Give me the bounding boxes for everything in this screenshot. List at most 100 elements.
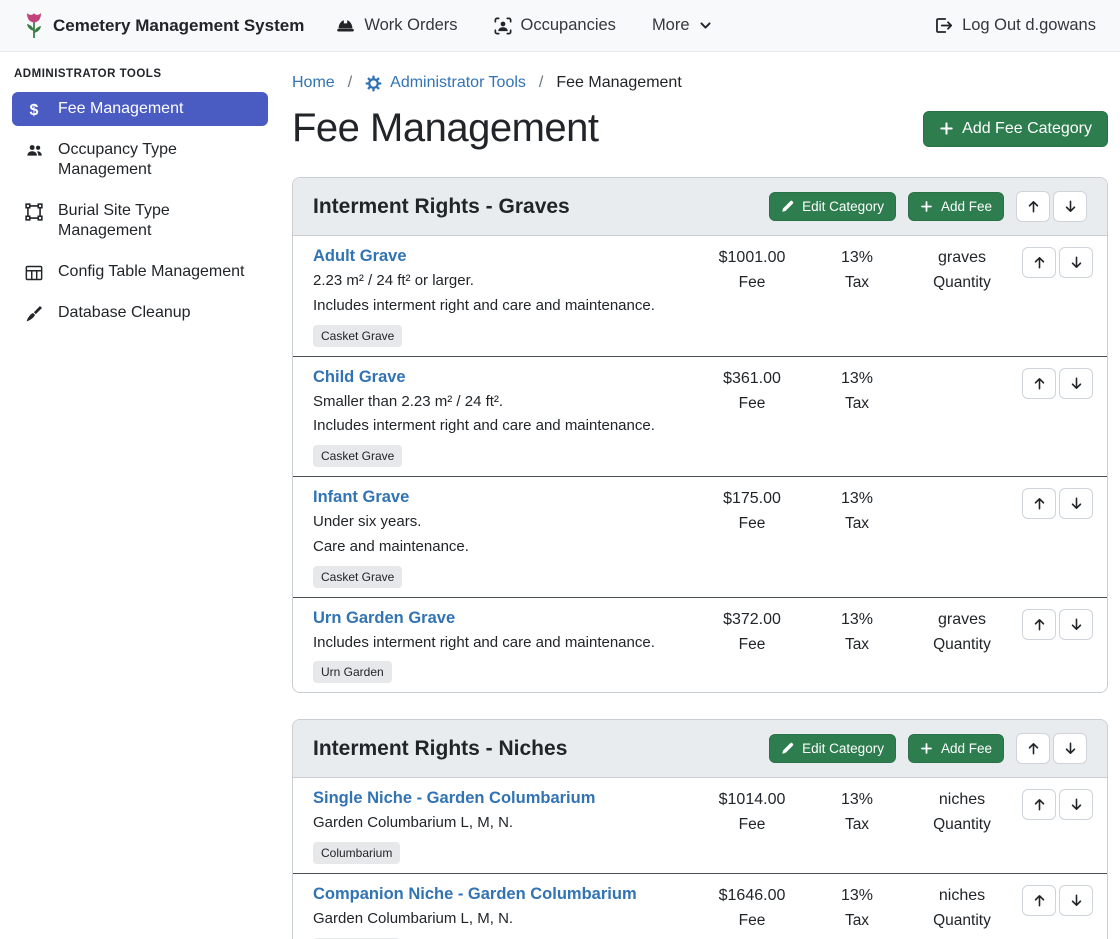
fee-reorder-controls xyxy=(1017,247,1093,278)
fee-description-2: Includes interment right and care and ma… xyxy=(313,297,689,316)
sidebar-item-config-table-management[interactable]: Config Table Management xyxy=(12,255,268,289)
breadcrumb-home-link[interactable]: Home xyxy=(292,74,335,92)
move-fee-down-button[interactable] xyxy=(1059,247,1093,278)
move-fee-up-button[interactable] xyxy=(1022,488,1056,519)
fee-reorder-controls xyxy=(1017,789,1093,820)
arrow-up-icon xyxy=(1026,741,1041,756)
nav-more[interactable]: More xyxy=(652,16,712,35)
fee-info: Single Niche - Garden Columbarium Garden… xyxy=(313,789,697,864)
fee-list: Single Niche - Garden Columbarium Garden… xyxy=(293,778,1107,939)
chevron-down-icon xyxy=(699,19,712,32)
category-actions: Edit Category Add Fee xyxy=(769,191,1087,222)
move-category-down-button[interactable] xyxy=(1053,191,1087,222)
sidebar-item-burial-site-type-management[interactable]: Burial Site Type Management xyxy=(12,194,268,248)
fee-name-link[interactable]: Companion Niche - Garden Columbarium xyxy=(313,885,637,904)
fee-tax-label: Tax xyxy=(807,395,907,413)
fee-quantity-column: graves Quantity xyxy=(907,247,1017,292)
arrow-down-icon xyxy=(1069,797,1084,812)
move-fee-down-button[interactable] xyxy=(1059,488,1093,519)
edit-category-button[interactable]: Edit Category xyxy=(769,734,896,763)
sidebar-item-label: Fee Management xyxy=(58,99,183,119)
breadcrumb-separator: / xyxy=(348,74,352,92)
fee-amount-column: $175.00 Fee xyxy=(697,488,807,533)
add-fee-button[interactable]: Add Fee xyxy=(908,192,1004,221)
nav-work-orders[interactable]: Work Orders xyxy=(336,16,457,35)
move-fee-up-button[interactable] xyxy=(1022,885,1056,916)
move-fee-up-button[interactable] xyxy=(1022,609,1056,640)
edit-category-button[interactable]: Edit Category xyxy=(769,192,896,221)
move-fee-up-button[interactable] xyxy=(1022,368,1056,399)
breadcrumb-separator: / xyxy=(539,74,543,92)
arrow-up-icon xyxy=(1032,893,1047,908)
main-content: Home / xyxy=(280,52,1120,939)
arrow-up-icon xyxy=(1032,617,1047,632)
breadcrumb-admin-tools-link[interactable]: Administrator Tools xyxy=(365,74,526,92)
move-fee-up-button[interactable] xyxy=(1022,789,1056,820)
fee-name-link[interactable]: Single Niche - Garden Columbarium xyxy=(313,789,595,808)
person-bounding-box-icon xyxy=(494,17,512,35)
move-category-up-button[interactable] xyxy=(1016,191,1050,222)
logout-label: Log Out d.gowans xyxy=(962,16,1096,35)
nav-occupancies[interactable]: Occupancies xyxy=(494,16,616,35)
move-category-down-button[interactable] xyxy=(1053,733,1087,764)
fee-amount: $175.00 xyxy=(697,490,807,508)
fee-name-link[interactable]: Urn Garden Grave xyxy=(313,609,455,628)
fee-info: Companion Niche - Garden Columbarium Gar… xyxy=(313,885,697,939)
fee-amount-column: $1014.00 Fee xyxy=(697,789,807,834)
category-actions: Edit Category Add Fee xyxy=(769,733,1087,764)
app-brand[interactable]: Cemetery Management System xyxy=(24,12,304,40)
fee-amount-column: $1646.00 Fee xyxy=(697,885,807,930)
sidebar-item-label: Occupancy Type Management xyxy=(58,140,256,180)
pencil-icon xyxy=(781,742,794,755)
logout-icon xyxy=(934,16,953,35)
fee-description-2: Care and maintenance. xyxy=(313,538,689,557)
fee-tax-column: 13% Tax xyxy=(807,488,907,533)
fee-amount: $1014.00 xyxy=(697,791,807,809)
sidebar-item-occupancy-type-management[interactable]: Occupancy Type Management xyxy=(12,133,268,187)
fee-quantity-label: Quantity xyxy=(907,816,1017,834)
add-fee-button[interactable]: Add Fee xyxy=(908,734,1004,763)
fee-tax: 13% xyxy=(807,490,907,508)
move-fee-down-button[interactable] xyxy=(1059,609,1093,640)
fee-row: Child Grave Smaller than 2.23 m² / 24 ft… xyxy=(293,356,1107,477)
fee-quantity: niches xyxy=(907,887,1017,905)
add-fee-label: Add Fee xyxy=(941,199,992,214)
arrow-up-icon xyxy=(1032,797,1047,812)
move-fee-down-button[interactable] xyxy=(1059,368,1093,399)
sidebar-item-fee-management[interactable]: $ Fee Management xyxy=(12,92,268,126)
move-fee-down-button[interactable] xyxy=(1059,885,1093,916)
sidebar-item-database-cleanup[interactable]: Database Cleanup xyxy=(12,296,268,330)
arrow-down-icon xyxy=(1069,893,1084,908)
sidebar-item-label: Database Cleanup xyxy=(58,303,191,323)
arrow-down-icon xyxy=(1069,255,1084,270)
arrow-down-icon xyxy=(1069,376,1084,391)
title-row: Fee Management Add Fee Category xyxy=(292,106,1108,151)
fee-amount: $1646.00 xyxy=(697,887,807,905)
sidebar-heading: ADMINISTRATOR TOOLS xyxy=(12,68,268,92)
fee-name-link[interactable]: Child Grave xyxy=(313,368,406,387)
breadcrumb-admin-tools-label: Administrator Tools xyxy=(390,74,526,92)
move-fee-down-button[interactable] xyxy=(1059,789,1093,820)
fee-amount: $372.00 xyxy=(697,611,807,629)
add-fee-label: Add Fee xyxy=(941,741,992,756)
fee-type-badge: Casket Grave xyxy=(313,325,402,347)
category-header: Interment Rights - Niches Edit Category … xyxy=(293,720,1107,778)
fee-name-link[interactable]: Infant Grave xyxy=(313,488,409,507)
fee-amount: $361.00 xyxy=(697,370,807,388)
people-icon xyxy=(24,142,44,159)
fee-name-link[interactable]: Adult Grave xyxy=(313,247,407,266)
fee-row: Urn Garden Grave Includes interment righ… xyxy=(293,597,1107,693)
fee-reorder-controls xyxy=(1017,609,1093,640)
category-title: Interment Rights - Graves xyxy=(313,195,757,219)
fee-badge-wrap: Columbarium xyxy=(313,929,689,939)
move-fee-up-button[interactable] xyxy=(1022,247,1056,278)
fee-quantity: niches xyxy=(907,791,1017,809)
add-fee-category-button[interactable]: Add Fee Category xyxy=(923,111,1108,147)
logout-link[interactable]: Log Out d.gowans xyxy=(934,16,1096,35)
nav-work-orders-label: Work Orders xyxy=(364,16,457,35)
move-category-up-button[interactable] xyxy=(1016,733,1050,764)
fee-quantity-label: Quantity xyxy=(907,636,1017,654)
fee-tax-column: 13% Tax xyxy=(807,885,907,930)
fee-quantity-column: niches Quantity xyxy=(907,885,1017,930)
arrow-up-icon xyxy=(1026,199,1041,214)
